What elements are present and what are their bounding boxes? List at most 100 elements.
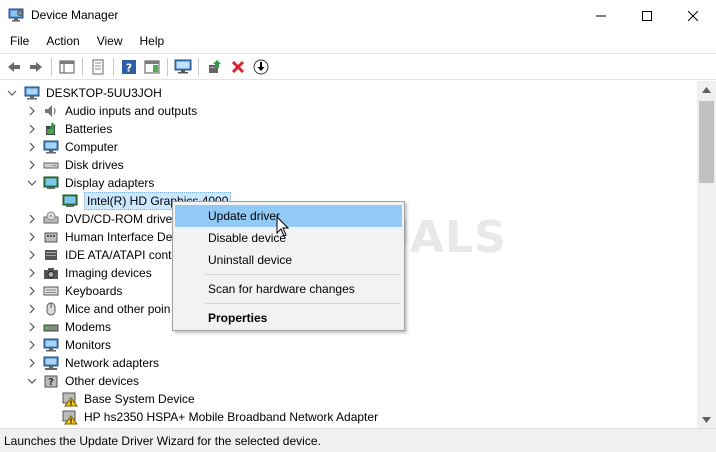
- ctx-uninstall-device[interactable]: Uninstall device: [175, 249, 402, 271]
- vertical-scrollbar[interactable]: [697, 81, 716, 428]
- close-icon: [688, 10, 698, 21]
- menu-file[interactable]: File: [0, 31, 36, 52]
- tree-item[interactable]: Base System Device: [0, 390, 697, 408]
- expand-chevron-icon[interactable]: [27, 232, 37, 242]
- scroll-down-button[interactable]: [697, 411, 716, 428]
- scan-hardware-button[interactable]: [174, 58, 192, 76]
- tree-item-label: Keyboards: [65, 284, 123, 298]
- back-arrow-icon: [8, 62, 20, 72]
- menu-action[interactable]: Action: [36, 31, 86, 52]
- expand-chevron-icon[interactable]: [27, 286, 37, 296]
- close-button[interactable]: [670, 0, 716, 31]
- tree-item-label: Disk drives: [65, 158, 124, 172]
- warning-device-icon: [62, 409, 78, 425]
- tree-item[interactable]: ? Other devices: [0, 372, 697, 390]
- mouse-pointer-icon: [276, 216, 290, 237]
- tree-item[interactable]: Disk drives: [0, 156, 697, 174]
- uninstall-device-button[interactable]: [229, 58, 247, 76]
- toolbar: ?: [0, 53, 716, 80]
- download-arrow-circle-icon: [253, 59, 269, 75]
- title-bar: Device Manager: [0, 0, 716, 31]
- maximize-button[interactable]: [624, 0, 670, 31]
- show-hide-console-tree-button[interactable]: [58, 58, 76, 76]
- expand-chevron-icon[interactable]: [27, 142, 37, 152]
- computer-icon: [24, 85, 40, 101]
- tree-item[interactable]: Audio inputs and outputs: [0, 102, 697, 120]
- expand-chevron-icon[interactable]: [27, 106, 37, 116]
- modem-icon: [43, 319, 59, 335]
- tree-item-label: Monitors: [65, 338, 112, 352]
- scroll-down-arrow-icon: [702, 416, 711, 423]
- ctx-uninstall-device-label: Uninstall device: [208, 253, 293, 267]
- tree-item[interactable]: Display adapters: [0, 174, 697, 192]
- collapse-chevron-icon[interactable]: [27, 376, 37, 386]
- expand-chevron-icon[interactable]: [27, 214, 37, 224]
- menu-help[interactable]: Help: [130, 31, 172, 52]
- back-button[interactable]: [5, 58, 23, 76]
- tree-item[interactable]: Network adapters: [0, 354, 697, 372]
- tree-item[interactable]: Computer: [0, 138, 697, 156]
- expand-chevron-icon[interactable]: [27, 160, 37, 170]
- expand-chevron-icon[interactable]: [27, 250, 37, 260]
- tree-item-label: Audio inputs and outputs: [65, 104, 198, 118]
- enable-device-button[interactable]: [252, 58, 270, 76]
- status-bar: Launches the Update Driver Wizard for th…: [0, 428, 716, 452]
- ctx-scan-hardware[interactable]: Scan for hardware changes: [175, 278, 402, 300]
- tree-item[interactable]: HP hs2350 HSPA+ Mobile Broadband Network…: [0, 408, 697, 426]
- ctx-scan-hardware-label: Scan for hardware changes: [208, 282, 355, 296]
- maximize-icon: [642, 10, 652, 21]
- mouse-icon: [43, 301, 59, 317]
- network-adapter-icon: [43, 355, 59, 371]
- expand-chevron-icon[interactable]: [27, 358, 37, 368]
- forward-button[interactable]: [27, 58, 45, 76]
- tree-root[interactable]: DESKTOP-5UU3JOH: [0, 84, 697, 102]
- menu-view[interactable]: View: [87, 31, 130, 52]
- ctx-separator: [205, 274, 400, 275]
- properties-button[interactable]: [89, 58, 107, 76]
- expand-chevron-icon[interactable]: [27, 322, 37, 332]
- camera-icon: [43, 265, 59, 281]
- tree-item-label: DVD/CD-ROM drives: [65, 212, 179, 226]
- tree-item-label: Imaging devices: [65, 266, 152, 280]
- minimize-button[interactable]: [578, 0, 624, 31]
- console-tree-icon: [59, 60, 75, 74]
- monitor-icon: [43, 337, 59, 353]
- toolbar-separator: [51, 58, 52, 76]
- ctx-separator: [205, 303, 400, 304]
- tree-item[interactable]: Batteries: [0, 120, 697, 138]
- action-pane-icon: [144, 60, 160, 74]
- toolbar-separator: [167, 58, 168, 76]
- expand-chevron-icon[interactable]: [27, 304, 37, 314]
- disk-drive-icon: [43, 157, 59, 173]
- help-button[interactable]: ?: [120, 58, 138, 76]
- minimize-icon: [596, 15, 606, 16]
- window-title: Device Manager: [31, 8, 119, 22]
- svg-text:?: ?: [48, 377, 54, 388]
- tree-item-label: IDE ATA/ATAPI contr: [65, 248, 176, 262]
- ctx-properties-label: Properties: [208, 311, 268, 325]
- scroll-thumb[interactable]: [699, 101, 714, 183]
- update-driver-icon: [209, 60, 221, 73]
- tree-item-label: HP hs2350 HSPA+ Mobile Broadband Network…: [84, 410, 379, 424]
- collapse-chevron-icon[interactable]: [27, 178, 37, 188]
- menu-bar: File Action View Help: [0, 31, 716, 52]
- expand-chevron-icon[interactable]: [27, 340, 37, 350]
- collapse-chevron-icon[interactable]: [7, 88, 17, 98]
- ctx-properties[interactable]: Properties: [175, 307, 402, 329]
- help-icon: ?: [122, 60, 136, 75]
- update-driver-button[interactable]: [206, 58, 224, 76]
- tree-item-label: Base System Device: [84, 392, 195, 406]
- expand-chevron-icon[interactable]: [27, 124, 37, 134]
- scroll-up-button[interactable]: [697, 81, 716, 98]
- other-devices-icon: ?: [43, 373, 59, 389]
- scan-hardware-icon: [174, 59, 192, 74]
- keyboard-icon: [43, 283, 59, 299]
- tree-item-label: Display adapters: [65, 176, 155, 190]
- tree-root-label: DESKTOP-5UU3JOH: [46, 86, 162, 100]
- action-pane-button[interactable]: [143, 58, 161, 76]
- tree-item[interactable]: Monitors: [0, 336, 697, 354]
- expand-chevron-icon[interactable]: [27, 268, 37, 278]
- computer-icon: [43, 139, 59, 155]
- svg-text:?: ?: [126, 62, 132, 75]
- tree-item-label: Other devices: [65, 374, 140, 388]
